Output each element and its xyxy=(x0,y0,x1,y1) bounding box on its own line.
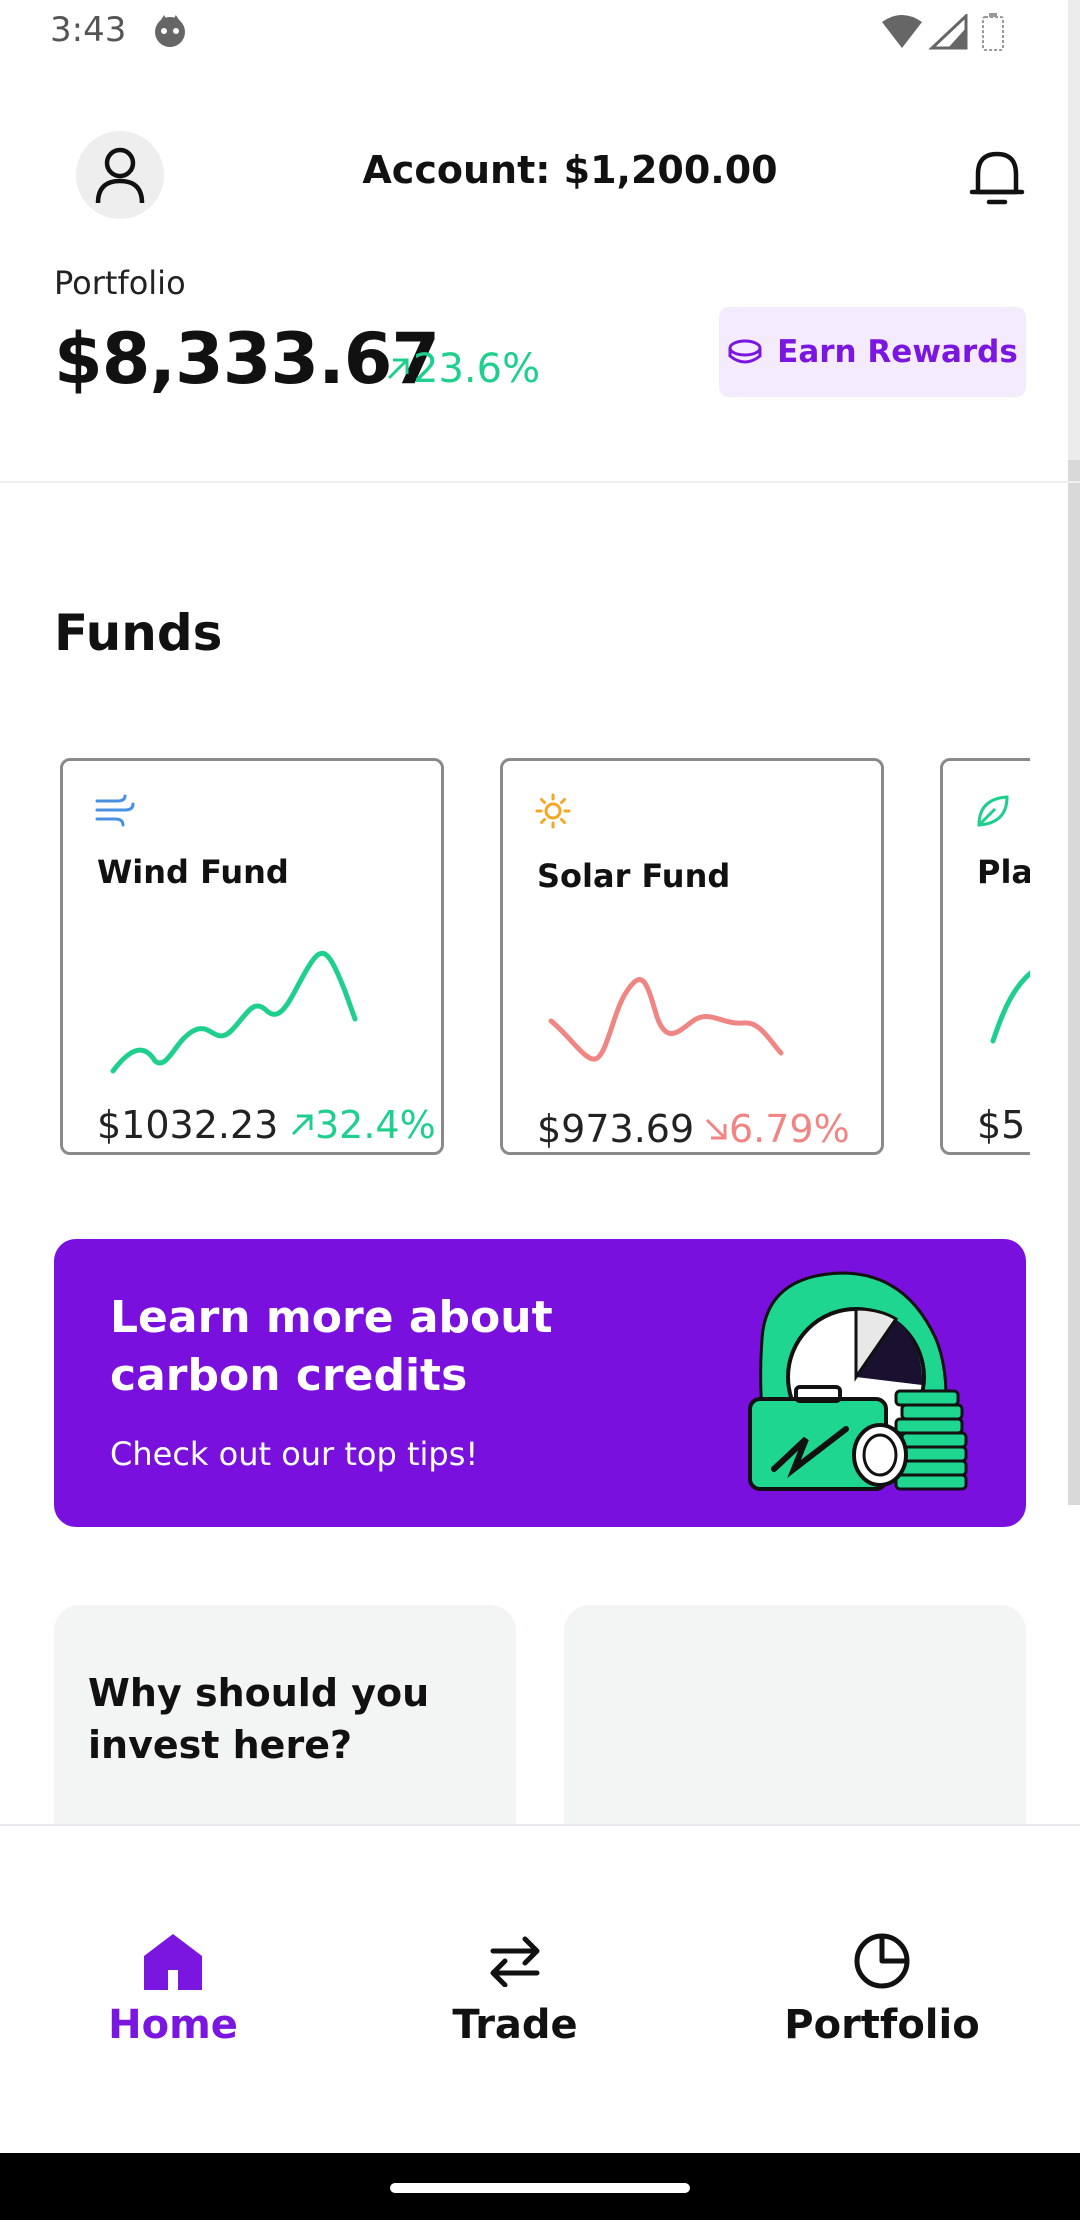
info-card-title: Why should you invest here? xyxy=(88,1671,430,1767)
carbon-credits-banner[interactable]: Learn more about carbon credits Check ou… xyxy=(54,1239,1026,1527)
arrow-up-right-icon xyxy=(387,358,409,380)
funds-carousel[interactable]: Wind Fund $1032.23 32.4% Solar Fund $973… xyxy=(0,750,1030,1170)
leaf-icon xyxy=(975,793,1011,833)
profile-avatar-button[interactable] xyxy=(76,131,164,219)
fund-price: $5 xyxy=(977,1103,1026,1147)
notification-app-icon xyxy=(152,14,188,54)
earn-rewards-label: Earn Rewards xyxy=(777,334,1018,370)
funds-section-title: Funds xyxy=(54,604,223,662)
nav-label: Home xyxy=(108,2002,238,2048)
wifi-icon xyxy=(880,14,924,54)
coins-icon xyxy=(728,339,762,364)
home-icon xyxy=(144,1934,202,1990)
sun-icon xyxy=(535,793,571,833)
fund-card-plant[interactable]: Plan $5 xyxy=(940,758,1030,1155)
investment-illustration xyxy=(748,1271,968,1491)
home-gesture-handle[interactable] xyxy=(390,2183,690,2193)
signal-icon xyxy=(928,12,968,54)
fund-name: Plan xyxy=(977,853,1030,891)
banner-title: Learn more about carbon credits xyxy=(110,1292,553,1401)
earn-rewards-button[interactable]: Earn Rewards xyxy=(719,307,1026,397)
bottom-navigation: Home Trade Portfolio xyxy=(0,1824,1080,2154)
info-card-why-invest[interactable]: Why should you invest here? xyxy=(54,1605,516,1825)
plant-fund-sparkline xyxy=(990,970,1030,1044)
swap-arrows-icon xyxy=(490,1936,540,1987)
bell-icon xyxy=(969,151,1025,205)
section-divider xyxy=(0,481,1080,483)
fund-change-value: 6.79% xyxy=(729,1107,850,1151)
nav-tab-trade[interactable]: Trade xyxy=(385,1926,645,2048)
fund-card-solar[interactable]: Solar Fund $973.69 6.79% xyxy=(500,758,884,1155)
portfolio-value: $8,333.67 xyxy=(54,318,440,400)
arrow-up-right-icon xyxy=(291,1114,313,1136)
portfolio-label: Portfolio xyxy=(54,264,186,302)
nav-tab-home[interactable]: Home xyxy=(43,1926,303,2048)
solar-fund-sparkline xyxy=(548,977,784,1062)
status-time: 3:43 xyxy=(50,10,127,50)
info-card-empty[interactable] xyxy=(564,1605,1026,1825)
fund-name: Wind Fund xyxy=(97,853,289,891)
fund-change: 6.79% xyxy=(703,1107,850,1151)
battery-icon xyxy=(980,12,1006,56)
notifications-button[interactable] xyxy=(968,146,1026,210)
nav-label: Trade xyxy=(452,2002,578,2048)
fund-change: 32.4% xyxy=(289,1103,436,1147)
account-balance: Account: $1,200.00 xyxy=(362,148,778,192)
fund-change-value: 32.4% xyxy=(315,1103,436,1147)
fund-name: Solar Fund xyxy=(537,857,731,895)
portfolio-change: 23.6% xyxy=(385,346,540,392)
arrow-down-right-icon xyxy=(705,1118,727,1140)
nav-label: Portfolio xyxy=(784,2002,980,2048)
fund-price: $973.69 xyxy=(537,1107,695,1151)
pie-chart-icon xyxy=(854,1933,910,1989)
status-bar: 3:43 xyxy=(0,0,1080,64)
fund-card-wind[interactable]: Wind Fund $1032.23 32.4% xyxy=(60,758,444,1155)
fund-price: $1032.23 xyxy=(97,1103,279,1147)
nav-tab-portfolio[interactable]: Portfolio xyxy=(752,1926,1012,2048)
banner-subtitle: Check out our top tips! xyxy=(110,1435,479,1473)
wind-icon xyxy=(95,793,135,831)
user-icon xyxy=(95,147,145,204)
scrollbar-thumb[interactable] xyxy=(1068,0,1080,460)
system-gesture-bar xyxy=(0,2153,1080,2220)
portfolio-change-value: 23.6% xyxy=(413,346,541,392)
wind-fund-sparkline xyxy=(110,950,358,1074)
